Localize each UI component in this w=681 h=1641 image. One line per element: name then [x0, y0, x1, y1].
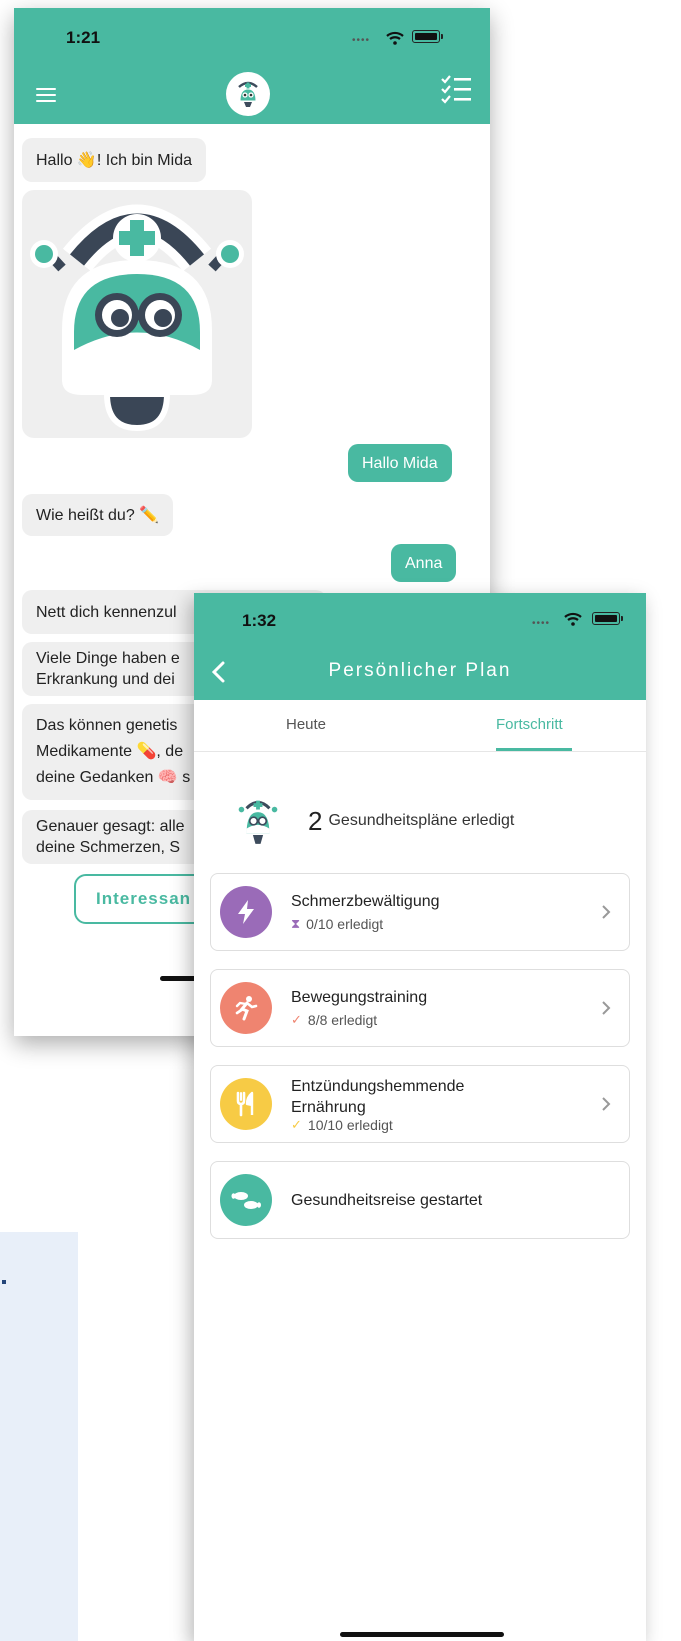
plan-status-text: 0/10 erledigt [306, 916, 384, 932]
message-bubble-user: Anna [391, 544, 457, 582]
battery-icon [592, 612, 623, 625]
message-bubble-bot: Wie heißt du? ✏️ [22, 494, 174, 536]
message-text: Erkrankung und dei [36, 671, 175, 688]
check-icon: ✓ [291, 1117, 302, 1132]
message-text: Medikamente 💊, de [36, 743, 184, 760]
screenshot: 1:21 •••• Hallo 👋! Ich bin Mida Hallo Mi… [0, 0, 681, 1641]
fork-knife-icon [220, 1078, 272, 1130]
plan-status: ⧗ 0/10 erledigt [291, 916, 383, 932]
active-tab-indicator [496, 748, 572, 751]
plan-header: 1:32 •••• Persönlicher Plan [194, 593, 646, 700]
running-person-icon [220, 982, 272, 1034]
plan-card-schmerzbewaeltigung[interactable]: Schmerzbewältigung ⧗ 0/10 erledigt [210, 873, 630, 951]
check-icon: ✓ [291, 1012, 302, 1027]
chevron-right-icon [602, 905, 611, 919]
message-text: Nett dich kennenzul [36, 603, 177, 621]
message-text: Viele Dinge haben e [36, 650, 180, 667]
plan-status-text: 10/10 erledigt [307, 1117, 393, 1133]
message-text: Anna [405, 554, 443, 572]
progress-summary: 2 Gesundheitspläne erledigt [236, 791, 514, 851]
status-bar: 1:21 •••• [14, 8, 490, 48]
background-panel [0, 1232, 78, 1641]
plan-status-text: 8/8 erledigt [307, 1012, 378, 1028]
completed-count: 2 [308, 805, 323, 836]
message-bubble-bot: Hallo 👋! Ich bin Mida [22, 138, 206, 182]
wifi-icon [564, 612, 582, 626]
plan-title-line: Ernährung [291, 1099, 366, 1116]
message-text: Hallo Mida [362, 454, 438, 472]
chevron-right-icon [602, 1097, 611, 1111]
plan-phone: 1:32 •••• Persönlicher Plan Heute Fortsc… [194, 593, 646, 1641]
tab-fortschritt[interactable]: Fortschritt [496, 716, 563, 733]
battery-icon [412, 30, 443, 43]
plan-card-gesundheitsreise[interactable]: Gesundheitsreise gestartet [210, 1161, 630, 1239]
background-mark [2, 1280, 6, 1284]
signal-icon: •••• [532, 618, 551, 629]
message-text: Das können genetis [36, 717, 178, 734]
checklist-icon[interactable] [440, 74, 472, 104]
completed-label: Gesundheitspläne erledigt [328, 812, 515, 829]
status-time: 1:21 [66, 28, 101, 47]
chat-header: 1:21 •••• [14, 8, 490, 124]
plan-card-ernaehrung[interactable]: Entzündungshemmende Ernährung ✓ 10/10 er… [210, 1065, 630, 1143]
page-title: Persönlicher Plan [328, 660, 512, 681]
plan-title-line: Entzündungshemmende [291, 1078, 465, 1095]
message-text: Hallo 👋! Ich bin Mida [36, 151, 192, 169]
mida-robot-icon [238, 800, 278, 844]
status-time: 1:32 [242, 611, 277, 630]
mida-robot-image [22, 190, 252, 438]
tab-heute[interactable]: Heute [286, 716, 326, 733]
message-text: deine Gedanken 🧠 s [36, 769, 191, 786]
signal-icon: •••• [352, 35, 371, 46]
plan-title: Gesundheitsreise gestartet [291, 1192, 483, 1209]
plan-status: ✓ 8/8 erledigt [291, 1012, 377, 1028]
plan-title: Schmerzbewältigung [291, 893, 440, 910]
menu-icon[interactable] [36, 88, 56, 102]
plan-card-bewegungstraining[interactable]: Bewegungstraining ✓ 8/8 erledigt [210, 969, 630, 1047]
message-text: deine Schmerzen, S [36, 839, 181, 856]
plan-status: ✓ 10/10 erledigt [291, 1117, 393, 1133]
footprints-icon [220, 1174, 272, 1226]
plan-title: Entzündungshemmende Ernährung [291, 1076, 464, 1118]
wifi-icon [386, 31, 404, 45]
tab-bar: Heute Fortschritt [194, 700, 646, 752]
plan-title: Bewegungstraining [291, 989, 428, 1006]
home-indicator [340, 1632, 504, 1637]
message-text: Genauer gesagt: alle [36, 818, 185, 835]
lightning-icon [220, 886, 272, 938]
message-text: Wie heißt du? ✏️ [36, 506, 160, 524]
hourglass-icon: ⧗ [291, 916, 301, 931]
chevron-right-icon [602, 1001, 611, 1015]
message-bubble-user: Hallo Mida [348, 444, 452, 482]
mida-logo-icon [226, 72, 270, 116]
